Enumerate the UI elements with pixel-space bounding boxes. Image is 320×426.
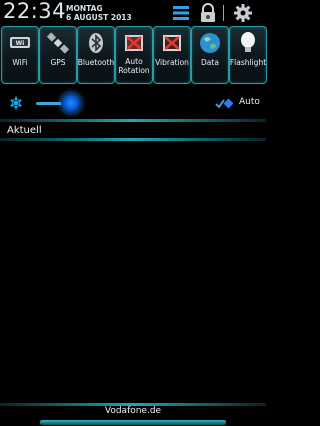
toggle-vibration[interactable]: Vibration [153,26,191,84]
svg-text:Wi: Wi [16,40,25,47]
lock-settings-icon[interactable] [197,3,219,23]
toggle-wifi[interactable]: Wi WiFi [1,26,39,84]
toggle-flashlight[interactable]: Flashlight [229,26,267,84]
toggle-bluetooth[interactable]: Bluetooth [77,26,115,84]
toggle-auto-rotation[interactable]: Auto Rotation [115,26,153,84]
weekday: MONTAG [66,4,103,13]
bluetooth-icon [89,33,103,53]
wifi-icon: Wi [10,37,30,48]
brightness-slider-knob[interactable] [61,93,81,113]
toggle-gps[interactable]: GPS [39,26,77,84]
toggle-label: Flashlight [229,58,267,67]
quick-toggles: Wi WiFi GPS Bluetooth Auto Rotation Vibr… [0,26,267,85]
clock: 22:34 [3,0,67,23]
brightness-icon [9,96,23,110]
date: 6 AUGUST 2013 [66,13,132,22]
notification-header: 22:34 MONTAG 6 AUGUST 2013 [0,0,266,26]
notification-list [0,142,266,400]
auto-brightness-label: Auto [239,97,260,107]
section-title: Aktuell [7,125,42,136]
auto-brightness-checkbox[interactable] [215,98,233,109]
auto-rotation-icon [125,35,143,51]
lightbulb-icon [241,32,255,52]
globe-icon [200,33,220,53]
vibration-icon [163,35,181,51]
gear-icon[interactable] [232,3,254,23]
satellite-icon [46,32,70,54]
date-block: MONTAG 6 AUGUST 2013 [66,4,132,22]
notification-list-icon[interactable] [170,3,192,23]
divider [0,119,266,122]
divider [0,138,266,141]
carrier-label: Vodafone.de [104,406,162,416]
header-separator [223,5,224,21]
toggle-data[interactable]: Data [191,26,229,84]
drag-handle[interactable] [40,420,226,425]
